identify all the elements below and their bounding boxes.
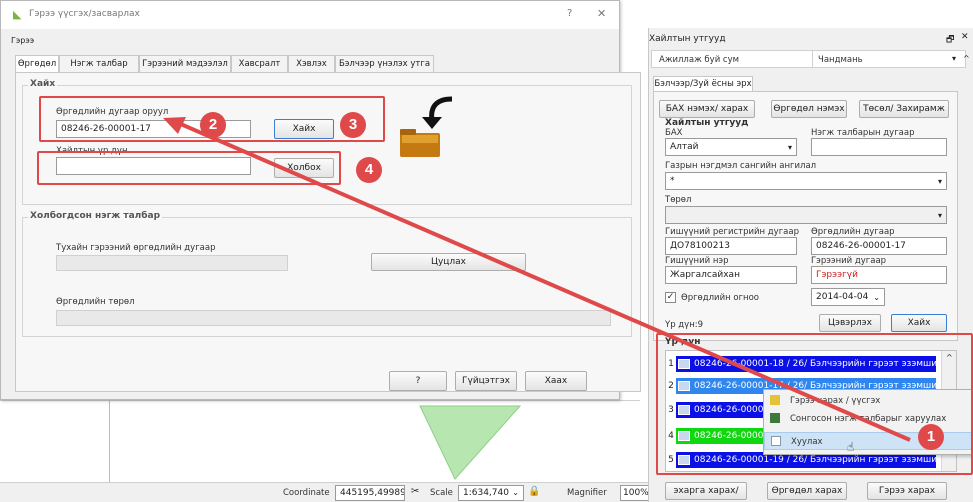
callout-1: 1 [918,424,944,450]
highlight-results [656,333,973,475]
callout-4: 4 [356,157,382,183]
highlight-link [37,151,341,185]
callout-3: 3 [340,112,366,138]
callout-2: 2 [200,112,226,138]
